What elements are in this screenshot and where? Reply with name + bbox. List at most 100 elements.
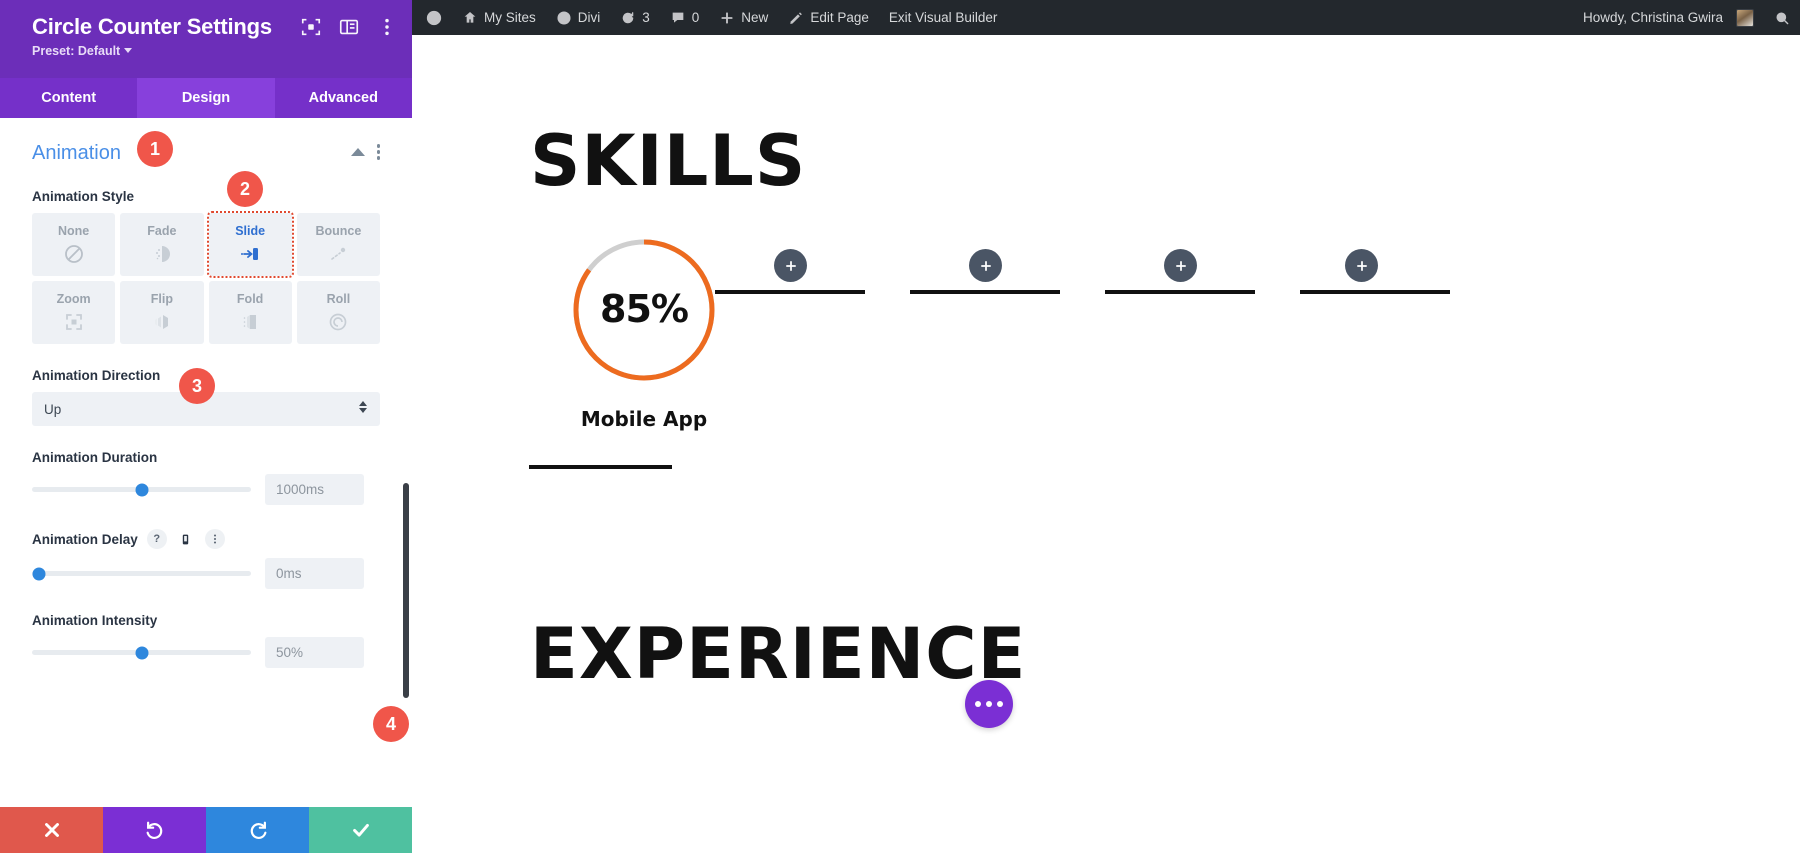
flip-page-icon bbox=[149, 310, 175, 334]
style-option-label: None bbox=[58, 224, 89, 238]
style-option-zoom[interactable]: Zoom bbox=[32, 281, 115, 344]
panel-scrollbar[interactable] bbox=[403, 483, 409, 698]
tab-design[interactable]: Design bbox=[137, 78, 274, 118]
checkmark-icon bbox=[350, 819, 372, 841]
adminbar-howdy[interactable]: Howdy, Christina Gwira bbox=[1569, 0, 1764, 35]
style-option-label: Flip bbox=[151, 292, 173, 306]
panel-body: Animation Animation Style None Fade bbox=[0, 118, 412, 807]
add-module-button[interactable] bbox=[1164, 249, 1197, 282]
redo-button[interactable] bbox=[206, 807, 309, 853]
undo-button[interactable] bbox=[103, 807, 206, 853]
three-dots-icon bbox=[975, 701, 981, 707]
adminbar-my-sites[interactable]: My Sites bbox=[452, 0, 546, 35]
style-option-fade[interactable]: Fade bbox=[120, 213, 203, 276]
chevron-updown-icon bbox=[359, 401, 367, 413]
circle-counter-module[interactable]: 85% Mobile App bbox=[529, 235, 759, 431]
adminbar-item-label: 3 bbox=[642, 10, 650, 25]
divider-rule bbox=[1300, 290, 1450, 294]
style-option-fold[interactable]: Fold bbox=[209, 281, 292, 344]
style-option-label: Zoom bbox=[57, 292, 91, 306]
animation-delay-row: 0ms bbox=[32, 558, 380, 589]
slider-knob[interactable] bbox=[135, 483, 148, 496]
animation-duration-row: 1000ms bbox=[32, 474, 380, 505]
add-module-button[interactable] bbox=[1345, 249, 1378, 282]
style-option-flip[interactable]: Flip bbox=[120, 281, 203, 344]
tab-advanced[interactable]: Advanced bbox=[275, 78, 412, 118]
adminbar-wordpress-logo[interactable] bbox=[412, 0, 452, 35]
animation-delay-slider[interactable] bbox=[32, 571, 251, 576]
adminbar-item-label: New bbox=[741, 10, 768, 25]
plus-icon bbox=[784, 259, 798, 273]
animation-intensity-row: 50% bbox=[32, 637, 380, 668]
add-module-button[interactable] bbox=[774, 249, 807, 282]
panel-action-bar bbox=[0, 807, 412, 853]
style-option-roll[interactable]: Roll bbox=[297, 281, 380, 344]
vertical-dots-icon[interactable] bbox=[377, 144, 381, 160]
animation-duration-slider[interactable] bbox=[32, 487, 251, 492]
comment-bubble-icon bbox=[670, 10, 686, 26]
adminbar-account-area: Howdy, Christina Gwira bbox=[1569, 0, 1800, 35]
vertical-dots-icon[interactable] bbox=[205, 529, 225, 549]
preset-selector[interactable]: Preset: Default bbox=[32, 40, 394, 60]
tab-content[interactable]: Content bbox=[0, 78, 137, 118]
animation-style-grid: None Fade Slide Bounce Zoom bbox=[32, 213, 380, 344]
question-mark-icon[interactable]: ? bbox=[147, 529, 167, 549]
visual-builder-menu-button[interactable] bbox=[965, 680, 1013, 728]
fade-dots-icon bbox=[149, 242, 175, 266]
animation-section-header: Animation bbox=[32, 118, 380, 165]
add-module-button[interactable] bbox=[969, 249, 1002, 282]
adminbar-divi[interactable]: Divi bbox=[546, 0, 611, 35]
adminbar-edit-page[interactable]: Edit Page bbox=[778, 0, 879, 35]
circle-counter-graphic: 85% bbox=[569, 235, 719, 385]
slide-arrow-icon bbox=[237, 242, 263, 266]
undo-arrow-icon bbox=[144, 819, 166, 841]
callout-badge-4: 4 bbox=[373, 706, 409, 742]
visual-builder-canvas: SKILLS 85% Mobile App bbox=[412, 35, 1800, 853]
animation-style-label: Animation Style bbox=[32, 189, 380, 204]
slider-knob[interactable] bbox=[32, 567, 45, 580]
plus-icon bbox=[1174, 259, 1188, 273]
adminbar-item-label: Edit Page bbox=[810, 10, 869, 25]
bounce-dots-icon bbox=[325, 242, 351, 266]
fold-page-icon bbox=[237, 310, 263, 334]
vertical-dots-icon[interactable] bbox=[376, 16, 398, 38]
plus-icon bbox=[1355, 259, 1369, 273]
style-option-label: Bounce bbox=[315, 224, 361, 238]
plus-icon bbox=[979, 259, 993, 273]
panel-layout-icon[interactable] bbox=[338, 16, 360, 38]
section-tools bbox=[351, 144, 381, 160]
adminbar-new[interactable]: New bbox=[709, 0, 778, 35]
divider-rule bbox=[910, 290, 1060, 294]
divider-rule bbox=[529, 465, 672, 469]
style-option-label: Fade bbox=[147, 224, 176, 238]
animation-duration-input[interactable]: 1000ms bbox=[265, 474, 364, 505]
cancel-button[interactable] bbox=[0, 807, 103, 853]
callout-badge-2: 2 bbox=[227, 171, 263, 207]
adminbar-comments[interactable]: 0 bbox=[660, 0, 710, 35]
redo-arrow-icon bbox=[247, 819, 269, 841]
style-option-none[interactable]: None bbox=[32, 213, 115, 276]
search-icon bbox=[1774, 10, 1790, 26]
adminbar-updates[interactable]: 3 bbox=[610, 0, 660, 35]
adminbar-exit-visual-builder[interactable]: Exit Visual Builder bbox=[879, 0, 1008, 35]
style-option-bounce[interactable]: Bounce bbox=[297, 213, 380, 276]
style-option-slide[interactable]: Slide bbox=[209, 213, 292, 276]
wp-admin-bar: My Sites Divi 3 0 New Edit Page Exit Vis… bbox=[412, 0, 1800, 35]
animation-intensity-slider[interactable] bbox=[32, 650, 251, 655]
mobile-phone-icon[interactable] bbox=[176, 529, 196, 549]
adminbar-item-label: 0 bbox=[692, 10, 700, 25]
style-option-label: Slide bbox=[235, 224, 265, 238]
save-button[interactable] bbox=[309, 807, 412, 853]
panel-header: Circle Counter Settings Preset: Default bbox=[0, 0, 412, 78]
animation-delay-label: Animation Delay ? bbox=[32, 529, 380, 549]
animation-delay-input[interactable]: 0ms bbox=[265, 558, 364, 589]
chevron-up-icon[interactable] bbox=[351, 148, 365, 156]
adminbar-search[interactable] bbox=[1764, 0, 1800, 35]
close-x-icon bbox=[41, 819, 63, 841]
adminbar-greeting: Howdy, Christina Gwira bbox=[1583, 10, 1723, 25]
divider-rule bbox=[715, 290, 865, 294]
focus-target-icon[interactable] bbox=[300, 16, 322, 38]
updates-refresh-icon bbox=[620, 10, 636, 26]
slider-knob[interactable] bbox=[135, 646, 148, 659]
animation-intensity-input[interactable]: 50% bbox=[265, 637, 364, 668]
